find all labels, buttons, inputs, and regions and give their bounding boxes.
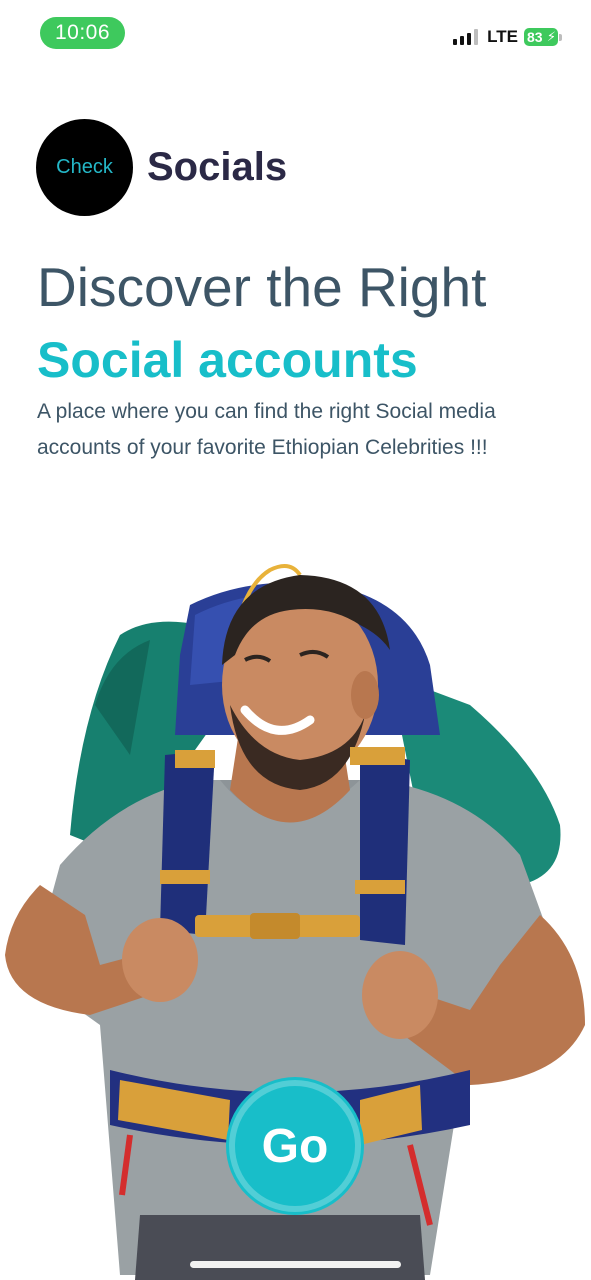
battery-icon: 83 ⚡	[524, 28, 562, 46]
logo-circle-text: Check	[56, 156, 113, 178]
description: A place where you can find the right Soc…	[37, 400, 496, 459]
network-label: LTE	[487, 27, 518, 46]
signal-icon	[453, 29, 479, 45]
battery-level: 83	[527, 29, 543, 45]
go-button[interactable]: Go	[235, 1086, 355, 1206]
subheadline: Social accounts	[37, 332, 418, 388]
app-logo: Check Socials	[36, 119, 287, 216]
status-bar: 10:06 LTE 83 ⚡	[0, 0, 591, 70]
status-indicators: LTE 83 ⚡	[453, 26, 562, 48]
headline: Discover the Right	[37, 256, 487, 318]
status-time: 10:06	[40, 17, 125, 49]
logo-text: Socials	[147, 145, 288, 189]
charging-bolt-icon: ⚡	[546, 29, 556, 44]
home-indicator[interactable]	[190, 1261, 401, 1268]
screen: 10:06 LTE 83 ⚡ Check Socials Discover th…	[0, 0, 591, 1280]
logo-circle: Check	[36, 119, 133, 216]
